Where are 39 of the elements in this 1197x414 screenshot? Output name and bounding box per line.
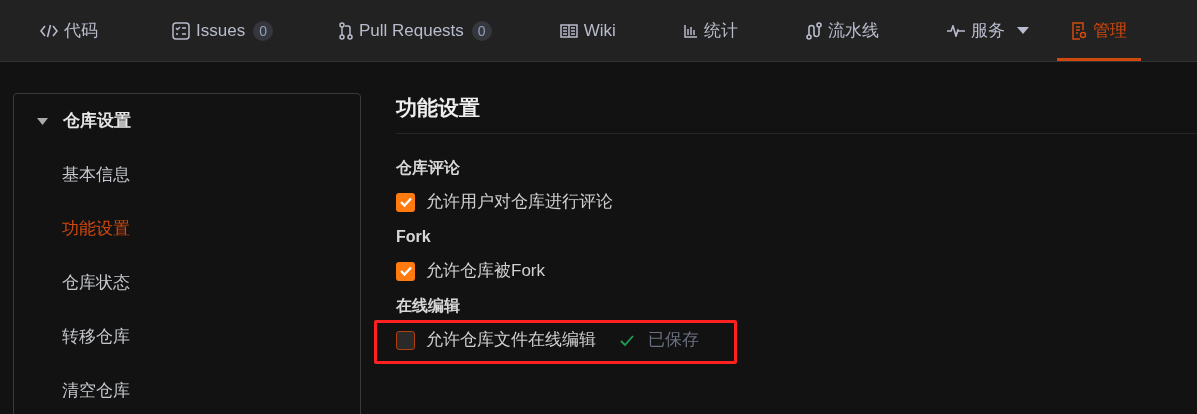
checkbox[interactable]: [396, 192, 415, 212]
sidebar-item[interactable]: 仓库状态: [62, 268, 130, 298]
sidebar-item[interactable]: 清空仓库: [62, 376, 130, 406]
code-icon: [40, 22, 58, 39]
nav-tab[interactable]: Issues 0: [158, 0, 287, 61]
section-heading: 仓库评论: [396, 158, 460, 178]
checkmark-icon: [399, 266, 412, 276]
checkbox[interactable]: [396, 330, 415, 350]
section-heading: 在线编辑: [396, 296, 460, 316]
saved-status: 已保存: [648, 329, 699, 352]
nav-tab[interactable]: Pull Requests 0: [324, 0, 506, 61]
count-badge: 0: [471, 20, 492, 41]
count-badge: 0: [253, 20, 273, 41]
checkmark-icon: [399, 197, 412, 207]
check-icon: [620, 334, 634, 346]
nav-tab[interactable]: 管理: [1056, 0, 1141, 61]
nav-tab[interactable]: 流水线: [791, 0, 893, 61]
section-heading: Fork: [396, 227, 431, 247]
sidebar-item[interactable]: 转移仓库: [62, 322, 130, 352]
nav-tab[interactable]: 统计: [669, 0, 752, 61]
pulse-icon: [946, 24, 965, 37]
checkbox[interactable]: [396, 261, 415, 281]
sidebar-item[interactable]: 基本信息: [62, 160, 130, 190]
checkbox-label[interactable]: 允许仓库文件在线编辑: [426, 327, 596, 353]
checklist-icon: [172, 21, 190, 40]
document-gear-icon: [1070, 21, 1087, 40]
checkbox-label[interactable]: 允许仓库被Fork: [426, 258, 545, 284]
caret-icon: [37, 117, 48, 125]
nav-tab[interactable]: 服务: [932, 0, 1043, 61]
pipeline-icon: [805, 21, 822, 40]
nav-tab[interactable]: 代码: [26, 0, 112, 61]
nav-tab[interactable]: Wiki: [545, 0, 630, 61]
sidebar-group-header[interactable]: 仓库设置: [14, 106, 360, 136]
bar-chart-icon: [683, 23, 698, 38]
merge-icon: [338, 21, 353, 40]
book-icon: [559, 23, 578, 38]
sidebar-item[interactable]: 功能设置: [62, 214, 130, 244]
page-title: 功能设置: [396, 95, 480, 121]
checkbox-label[interactable]: 允许用户对仓库进行评论: [426, 189, 613, 215]
